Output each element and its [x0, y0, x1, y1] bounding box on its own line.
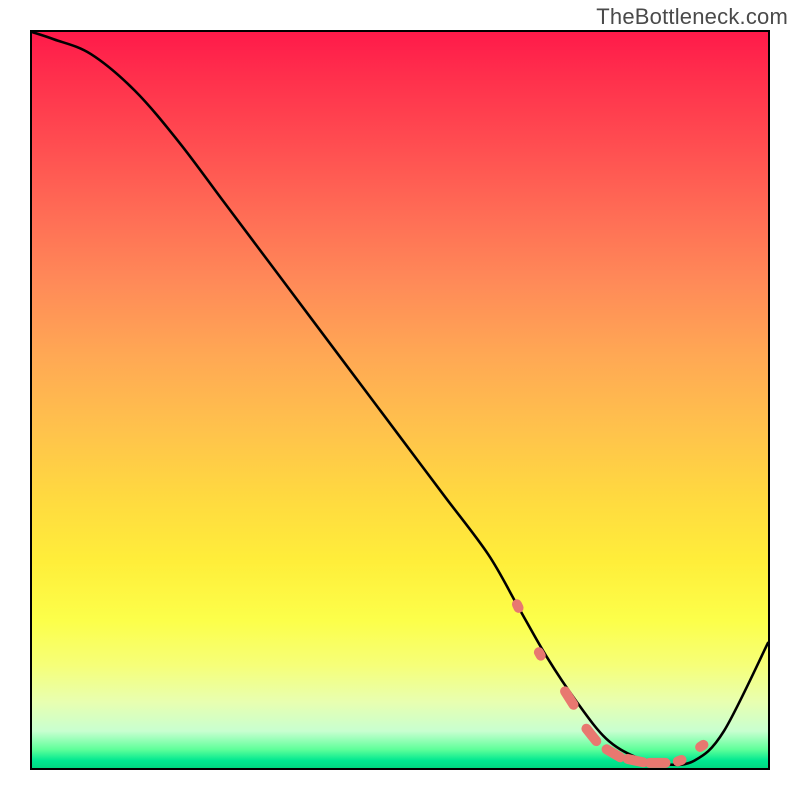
plot-area [30, 30, 770, 770]
curve-path [32, 32, 768, 765]
curve-marker [645, 758, 671, 768]
curve-marker [558, 685, 580, 712]
bottleneck-curve [32, 32, 768, 768]
curve-marker [579, 722, 603, 748]
curve-marker [510, 598, 525, 615]
chart-frame: TheBottleneck.com [0, 0, 800, 800]
watermark-text: TheBottleneck.com [596, 4, 788, 30]
curve-marker [532, 645, 547, 662]
curve-marker [622, 753, 649, 768]
